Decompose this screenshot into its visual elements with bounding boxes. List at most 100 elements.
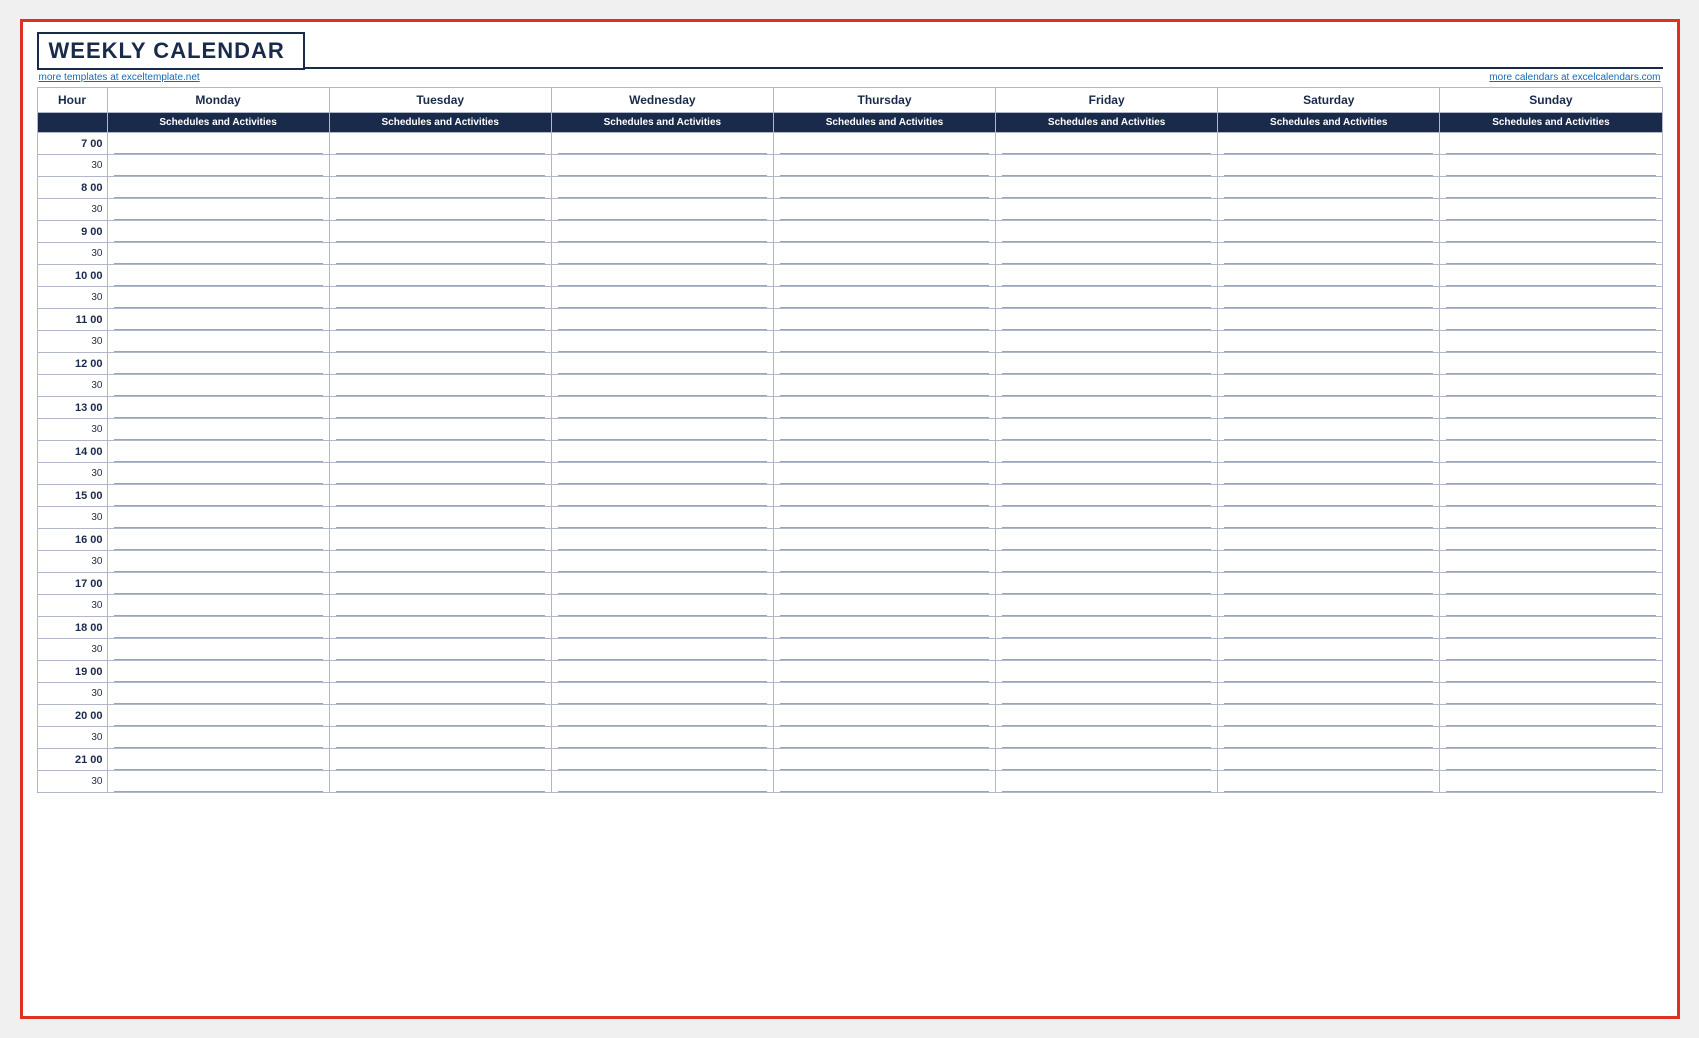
schedule-cell[interactable] [1218, 573, 1440, 595]
schedule-cell[interactable] [107, 265, 329, 287]
schedule-cell[interactable] [107, 573, 329, 595]
schedule-cell[interactable] [996, 353, 1218, 375]
schedule-cell[interactable] [1218, 199, 1440, 221]
schedule-cell[interactable] [773, 749, 995, 771]
schedule-cell[interactable] [773, 485, 995, 507]
schedule-cell[interactable] [551, 441, 773, 463]
schedule-cell[interactable] [1218, 287, 1440, 309]
schedule-cell[interactable] [329, 353, 551, 375]
schedule-cell[interactable] [773, 353, 995, 375]
schedule-cell[interactable] [773, 529, 995, 551]
schedule-cell[interactable] [996, 551, 1218, 573]
schedule-cell[interactable] [996, 221, 1218, 243]
schedule-cell[interactable] [996, 463, 1218, 485]
schedule-cell[interactable] [107, 397, 329, 419]
schedule-cell[interactable] [551, 397, 773, 419]
schedule-cell[interactable] [1218, 639, 1440, 661]
schedule-cell[interactable] [107, 595, 329, 617]
schedule-cell[interactable] [1440, 683, 1662, 705]
schedule-cell[interactable] [1218, 749, 1440, 771]
schedule-cell[interactable] [996, 683, 1218, 705]
schedule-cell[interactable] [996, 573, 1218, 595]
schedule-cell[interactable] [996, 375, 1218, 397]
schedule-cell[interactable] [1440, 331, 1662, 353]
schedule-cell[interactable] [1218, 353, 1440, 375]
schedule-cell[interactable] [551, 573, 773, 595]
schedule-cell[interactable] [1440, 727, 1662, 749]
schedule-cell[interactable] [329, 595, 551, 617]
schedule-cell[interactable] [773, 243, 995, 265]
schedule-cell[interactable] [551, 683, 773, 705]
schedule-cell[interactable] [107, 749, 329, 771]
schedule-cell[interactable] [1218, 309, 1440, 331]
schedule-cell[interactable] [996, 661, 1218, 683]
schedule-cell[interactable] [329, 287, 551, 309]
schedule-cell[interactable] [107, 529, 329, 551]
schedule-cell[interactable] [1218, 331, 1440, 353]
schedule-cell[interactable] [1440, 705, 1662, 727]
schedule-cell[interactable] [996, 529, 1218, 551]
schedule-cell[interactable] [551, 353, 773, 375]
schedule-cell[interactable] [107, 155, 329, 177]
schedule-cell[interactable] [551, 485, 773, 507]
schedule-cell[interactable] [1440, 243, 1662, 265]
schedule-cell[interactable] [551, 463, 773, 485]
schedule-cell[interactable] [1440, 485, 1662, 507]
schedule-cell[interactable] [773, 199, 995, 221]
schedule-cell[interactable] [996, 639, 1218, 661]
schedule-cell[interactable] [996, 155, 1218, 177]
schedule-cell[interactable] [107, 661, 329, 683]
schedule-cell[interactable] [329, 177, 551, 199]
schedule-cell[interactable] [1218, 177, 1440, 199]
schedule-cell[interactable] [107, 551, 329, 573]
schedule-cell[interactable] [551, 749, 773, 771]
schedule-cell[interactable] [773, 507, 995, 529]
schedule-cell[interactable] [996, 771, 1218, 793]
schedule-cell[interactable] [107, 221, 329, 243]
schedule-cell[interactable] [1440, 397, 1662, 419]
schedule-cell[interactable] [107, 309, 329, 331]
schedule-cell[interactable] [551, 705, 773, 727]
schedule-cell[interactable] [551, 221, 773, 243]
schedule-cell[interactable] [1218, 507, 1440, 529]
schedule-cell[interactable] [1218, 265, 1440, 287]
schedule-cell[interactable] [1218, 727, 1440, 749]
schedule-cell[interactable] [773, 617, 995, 639]
schedule-cell[interactable] [773, 375, 995, 397]
schedule-cell[interactable] [329, 573, 551, 595]
schedule-cell[interactable] [107, 617, 329, 639]
schedule-cell[interactable] [1440, 199, 1662, 221]
schedule-cell[interactable] [1440, 595, 1662, 617]
schedule-cell[interactable] [551, 309, 773, 331]
schedule-cell[interactable] [107, 287, 329, 309]
schedule-cell[interactable] [996, 507, 1218, 529]
schedule-cell[interactable] [1218, 529, 1440, 551]
schedule-cell[interactable] [551, 331, 773, 353]
schedule-cell[interactable] [329, 133, 551, 155]
schedule-cell[interactable] [1440, 617, 1662, 639]
schedule-cell[interactable] [107, 771, 329, 793]
schedule-cell[interactable] [107, 419, 329, 441]
schedule-cell[interactable] [329, 727, 551, 749]
schedule-cell[interactable] [773, 177, 995, 199]
schedule-cell[interactable] [1440, 463, 1662, 485]
schedule-cell[interactable] [996, 485, 1218, 507]
schedule-cell[interactable] [329, 331, 551, 353]
schedule-cell[interactable] [773, 551, 995, 573]
schedule-cell[interactable] [551, 771, 773, 793]
schedule-cell[interactable] [329, 529, 551, 551]
schedule-cell[interactable] [1218, 705, 1440, 727]
schedule-cell[interactable] [1218, 419, 1440, 441]
schedule-cell[interactable] [1218, 683, 1440, 705]
schedule-cell[interactable] [107, 199, 329, 221]
schedule-cell[interactable] [551, 661, 773, 683]
schedule-cell[interactable] [107, 463, 329, 485]
schedule-cell[interactable] [551, 199, 773, 221]
schedule-cell[interactable] [996, 287, 1218, 309]
schedule-cell[interactable] [551, 155, 773, 177]
schedule-cell[interactable] [329, 243, 551, 265]
schedule-cell[interactable] [1440, 155, 1662, 177]
schedule-cell[interactable] [1218, 375, 1440, 397]
schedule-cell[interactable] [996, 749, 1218, 771]
schedule-cell[interactable] [551, 419, 773, 441]
